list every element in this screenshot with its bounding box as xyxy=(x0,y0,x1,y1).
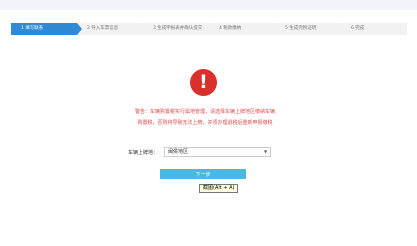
region-select-value: 闽侯地区 xyxy=(168,149,189,155)
chevron-down-icon: ▼ xyxy=(263,149,268,154)
warning-line-2: 购置税，否则将导致无法上牌，并须办理退税后重新申报缴税 xyxy=(137,120,273,126)
step-4: 4 税款缴纳 xyxy=(209,23,280,35)
step-1: 1 填写联系 xyxy=(11,23,82,35)
step-6: 6 完成 xyxy=(341,23,407,35)
region-select[interactable]: 闽侯地区 ▼ xyxy=(164,147,272,157)
next-button[interactable]: 下一步 xyxy=(160,169,246,179)
top-banner-strip xyxy=(0,0,417,10)
region-label: 车辆上牌地： xyxy=(128,149,159,156)
region-form-row: 车辆上牌地： 闽侯地区 ▼ xyxy=(128,147,272,157)
screenshot-tooltip: 截图(Alt + A) xyxy=(199,184,239,193)
warning-message: 警告：车辆购置税实行属地管理，请选择车辆上牌地区缴纳车辆 购置税，否则将导致无法… xyxy=(125,107,285,129)
step-2: 2 导入车票信息 xyxy=(77,23,148,35)
step-progress-bar: 1 填写联系 2 导入车票信息 3 生成申报表并确认提交 4 税款缴纳 5 生成… xyxy=(11,23,407,35)
step-3: 3 生成申报表并确认提交 xyxy=(143,23,214,35)
step-5: 5 生成完税证明 xyxy=(275,23,346,35)
exclamation-icon: ! xyxy=(190,69,217,96)
warning-line-1: 警告：车辆购置税实行属地管理，请选择车辆上牌地区缴纳车辆 xyxy=(134,109,275,115)
